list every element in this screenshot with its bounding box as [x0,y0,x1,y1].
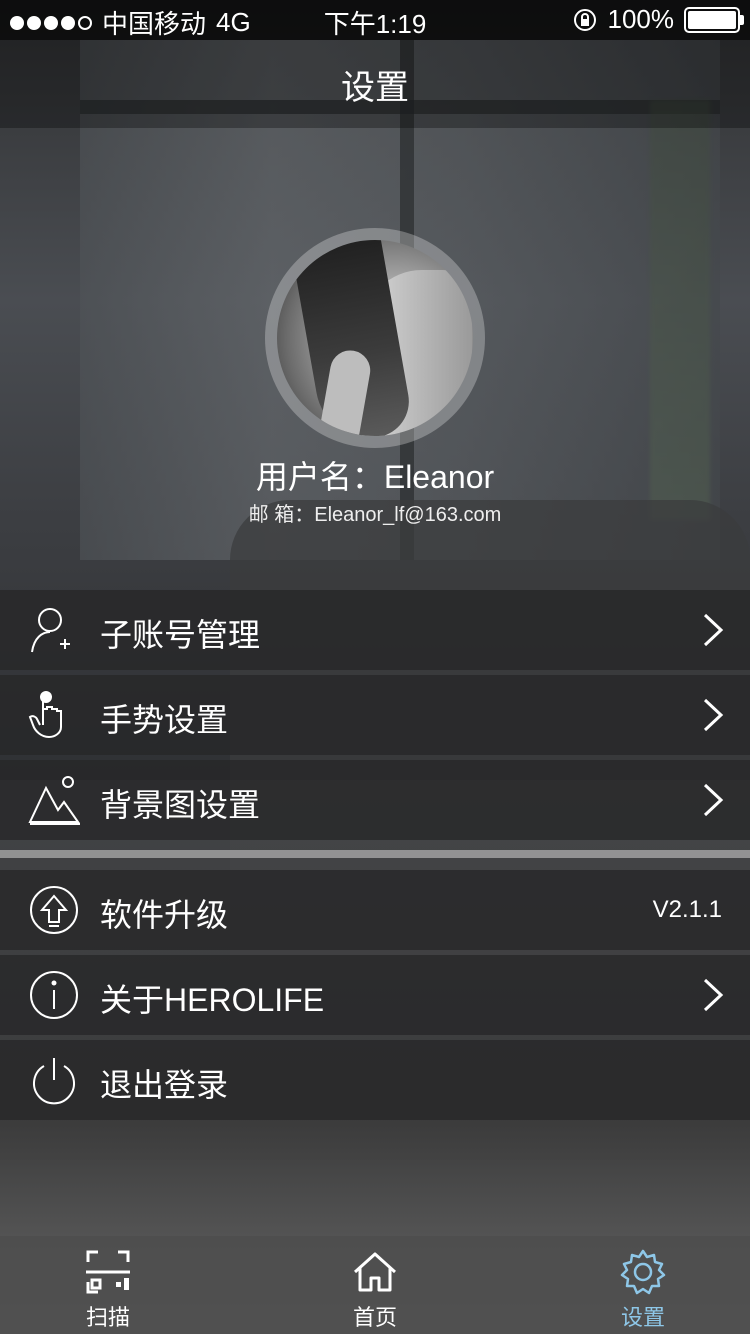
tab-home[interactable]: 首页 [315,1236,435,1334]
email: 邮 箱：Eleanor_lf@163.com [248,504,502,526]
user-add-icon [31,608,70,653]
menu-label: 关于HEROLIFE [100,982,325,1018]
chevron-right-icon [703,613,724,647]
settings-gear-icon [620,1249,666,1295]
username: 用户名：Eleanor [255,459,495,495]
menu-label: 背景图设置 [100,787,261,823]
navigation-bar: 设置 [0,40,750,128]
avatar[interactable] [265,228,485,448]
menu-item-software-upgrade[interactable]: 软件升级 V2.1.1 [0,870,750,950]
tab-settings[interactable]: 设置 [583,1236,703,1334]
chevron-right-icon [703,978,724,1012]
menu-item-logout[interactable]: 退出登录 [0,1040,750,1120]
tab-label: 首页 [352,1305,397,1330]
settings-screen: 中国移动 4G 下午1:19 100% 设置 用户名：Eleanor 邮 箱：E… [0,0,750,1334]
tab-bar: 扫描 首页 设置 [0,1236,750,1334]
chevron-right-icon [703,698,724,732]
menu-item-gesture-settings[interactable]: 手势设置 [0,675,750,755]
status-bar: 中国移动 4G 下午1:19 100% [0,0,750,40]
chevron-right-icon [703,783,724,817]
page-title: 设置 [341,68,409,107]
battery-percent: 100% [607,4,675,34]
power-icon [33,1058,75,1105]
rotation-lock-icon [573,8,596,31]
avatar-photo [277,240,473,436]
tab-label: 设置 [620,1305,665,1330]
menu-item-background-settings[interactable]: 背景图设置 [0,760,750,840]
menu-label: 软件升级 [100,897,229,933]
battery-icon [684,6,744,33]
tab-scan[interactable]: 扫描 [48,1236,168,1334]
menu-item-sub-accounts[interactable]: 子账号管理 [0,590,750,670]
menu-group-divider [0,850,750,858]
upgrade-arrow-icon [30,886,78,934]
menu-label: 退出登录 [100,1067,229,1103]
info-icon [30,971,78,1019]
menu-label: 手势设置 [100,702,229,738]
tab-label: 扫描 [85,1305,130,1330]
menu-label: 子账号管理 [100,617,261,653]
gesture-hand-icon [28,691,62,739]
status-right: 100% [572,4,744,35]
landscape-image-icon [28,776,80,825]
menu-item-about[interactable]: 关于HEROLIFE [0,955,750,1035]
home-icon [353,1252,397,1292]
version-number: V2.1.1 [652,896,722,923]
scan-icon [86,1250,130,1294]
